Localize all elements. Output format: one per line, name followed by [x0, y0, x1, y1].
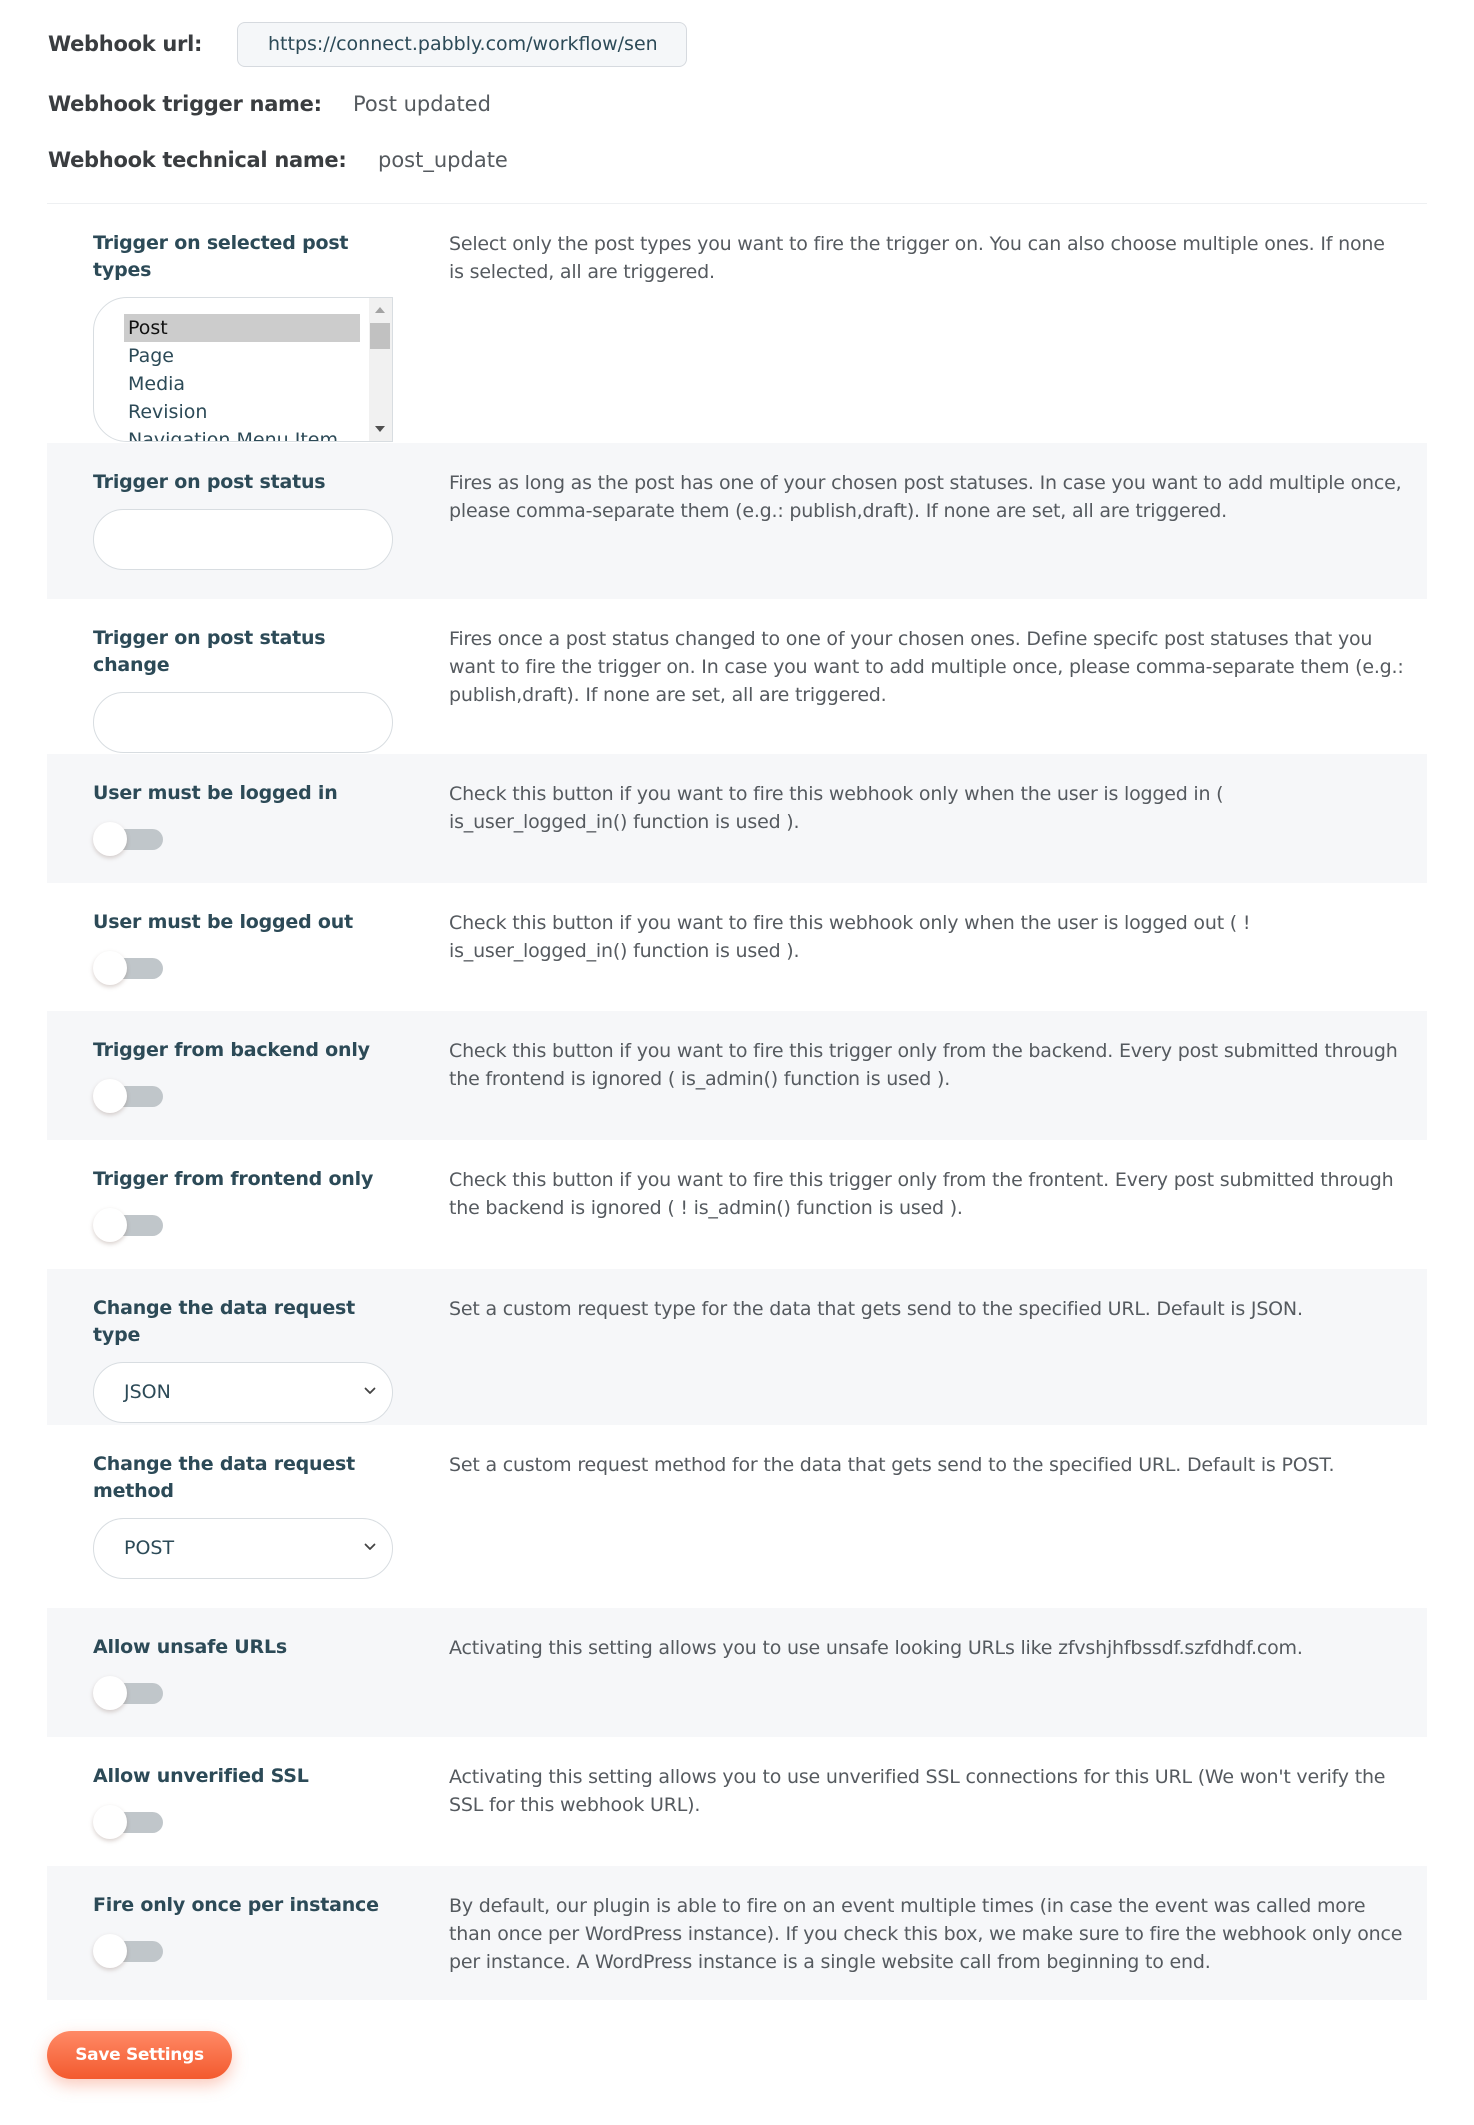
- post-status-input[interactable]: [93, 509, 393, 570]
- unsafe-urls-toggle[interactable]: [93, 1675, 165, 1711]
- webhook-technical-name-value: post_update: [378, 148, 508, 172]
- listbox-option[interactable]: Navigation Menu Item: [124, 426, 360, 441]
- request-method-select[interactable]: POST: [93, 1518, 393, 1579]
- webhook-trigger-name-label: Webhook trigger name:: [48, 92, 322, 116]
- setting-description: Check this button if you want to fire th…: [449, 912, 1251, 962]
- scrollbar-thumb[interactable]: [370, 323, 390, 349]
- post-types-listbox[interactable]: Post Page Media Revision Navigation Menu…: [93, 297, 393, 442]
- fire-once-toggle[interactable]: [93, 1933, 165, 1969]
- scroll-down-arrow-icon[interactable]: [375, 426, 385, 432]
- save-settings-button[interactable]: Save Settings: [47, 2031, 232, 2079]
- setting-description: Check this button if you want to fire th…: [449, 1169, 1394, 1219]
- setting-description: Activating this setting allows you to us…: [449, 1637, 1303, 1659]
- setting-description: Select only the post types you want to f…: [449, 233, 1385, 283]
- setting-row-logged-out: User must be logged out Check this butto…: [47, 883, 1427, 1011]
- setting-description: Check this button if you want to fire th…: [449, 1040, 1398, 1090]
- listbox-scrollbar[interactable]: [369, 298, 392, 441]
- backend-only-toggle[interactable]: [93, 1078, 165, 1114]
- toggle-knob: [93, 1934, 127, 1968]
- setting-label: Trigger from backend only: [93, 1039, 370, 1061]
- unverified-ssl-toggle[interactable]: [93, 1804, 165, 1840]
- setting-description: Activating this setting allows you to us…: [449, 1766, 1386, 1816]
- setting-label: Change the data request type: [93, 1297, 356, 1346]
- toggle-knob: [93, 1805, 127, 1839]
- setting-row-request-method: Change the data request method POST Set …: [47, 1425, 1427, 1608]
- frontend-only-toggle[interactable]: [93, 1207, 165, 1243]
- webhook-url-row: Webhook url:: [48, 21, 687, 67]
- setting-label: User must be logged in: [93, 782, 338, 804]
- webhook-technical-name-row: Webhook technical name: post_update: [48, 148, 508, 172]
- setting-row-post-status: Trigger on post status Fires as long as …: [47, 443, 1427, 599]
- toggle-knob: [93, 1676, 127, 1710]
- setting-description: By default, our plugin is able to fire o…: [449, 1895, 1403, 1973]
- setting-row-unsafe-urls: Allow unsafe URLs Activating this settin…: [47, 1608, 1427, 1737]
- toggle-knob: [93, 1079, 127, 1113]
- setting-label: Trigger on post status change: [93, 627, 326, 676]
- request-method-value: POST: [124, 1537, 175, 1559]
- logged-out-toggle[interactable]: [93, 950, 165, 986]
- webhook-url-input[interactable]: [237, 21, 687, 67]
- setting-row-request-type: Change the data request type JSON Set a …: [47, 1269, 1427, 1425]
- setting-label: Trigger on selected post types: [93, 232, 349, 281]
- toggle-knob: [93, 951, 127, 985]
- listbox-option[interactable]: Post: [124, 314, 360, 342]
- listbox-option[interactable]: Page: [124, 342, 360, 370]
- chevron-down-icon: [364, 1543, 376, 1550]
- toggle-knob: [93, 1208, 127, 1242]
- scroll-up-arrow-icon[interactable]: [375, 307, 385, 313]
- webhook-trigger-name-row: Webhook trigger name: Post updated: [48, 92, 491, 116]
- setting-label: User must be logged out: [93, 911, 353, 933]
- toggle-knob: [93, 822, 127, 856]
- webhook-trigger-name-value: Post updated: [353, 92, 491, 116]
- setting-row-unverified-ssl: Allow unverified SSL Activating this set…: [47, 1737, 1427, 1866]
- setting-description: Fires once a post status changed to one …: [449, 628, 1404, 706]
- setting-label: Fire only once per instance: [93, 1894, 379, 1916]
- setting-label: Allow unverified SSL: [93, 1765, 309, 1787]
- request-type-value: JSON: [124, 1381, 171, 1403]
- setting-description: Set a custom request method for the data…: [449, 1454, 1335, 1476]
- setting-label: Trigger from frontend only: [93, 1168, 374, 1190]
- webhook-technical-name-label: Webhook technical name:: [48, 148, 347, 172]
- setting-label: Change the data request method: [93, 1453, 356, 1502]
- setting-description: Check this button if you want to fire th…: [449, 783, 1224, 833]
- setting-description: Fires as long as the post has one of you…: [449, 472, 1402, 522]
- post-status-change-input[interactable]: [93, 692, 393, 753]
- listbox-option[interactable]: Media: [124, 370, 360, 398]
- setting-row-logged-in: User must be logged in Check this button…: [47, 754, 1427, 883]
- setting-row-backend-only: Trigger from backend only Check this but…: [47, 1011, 1427, 1140]
- setting-row-post-status-change: Trigger on post status change Fires once…: [47, 599, 1427, 754]
- setting-row-frontend-only: Trigger from frontend only Check this bu…: [47, 1140, 1427, 1269]
- request-type-select[interactable]: JSON: [93, 1362, 393, 1423]
- setting-row-fire-once: Fire only once per instance By default, …: [47, 1866, 1427, 2000]
- listbox-option[interactable]: Revision: [124, 398, 360, 426]
- webhook-url-label: Webhook url:: [48, 32, 203, 56]
- settings-table: Trigger on selected post types Post Page…: [47, 204, 1427, 2000]
- setting-label: Allow unsafe URLs: [93, 1636, 287, 1658]
- setting-description: Set a custom request type for the data t…: [449, 1298, 1303, 1320]
- logged-in-toggle[interactable]: [93, 821, 165, 857]
- setting-row-post-types: Trigger on selected post types Post Page…: [47, 204, 1427, 443]
- chevron-down-icon: [364, 1387, 376, 1394]
- setting-label: Trigger on post status: [93, 471, 326, 493]
